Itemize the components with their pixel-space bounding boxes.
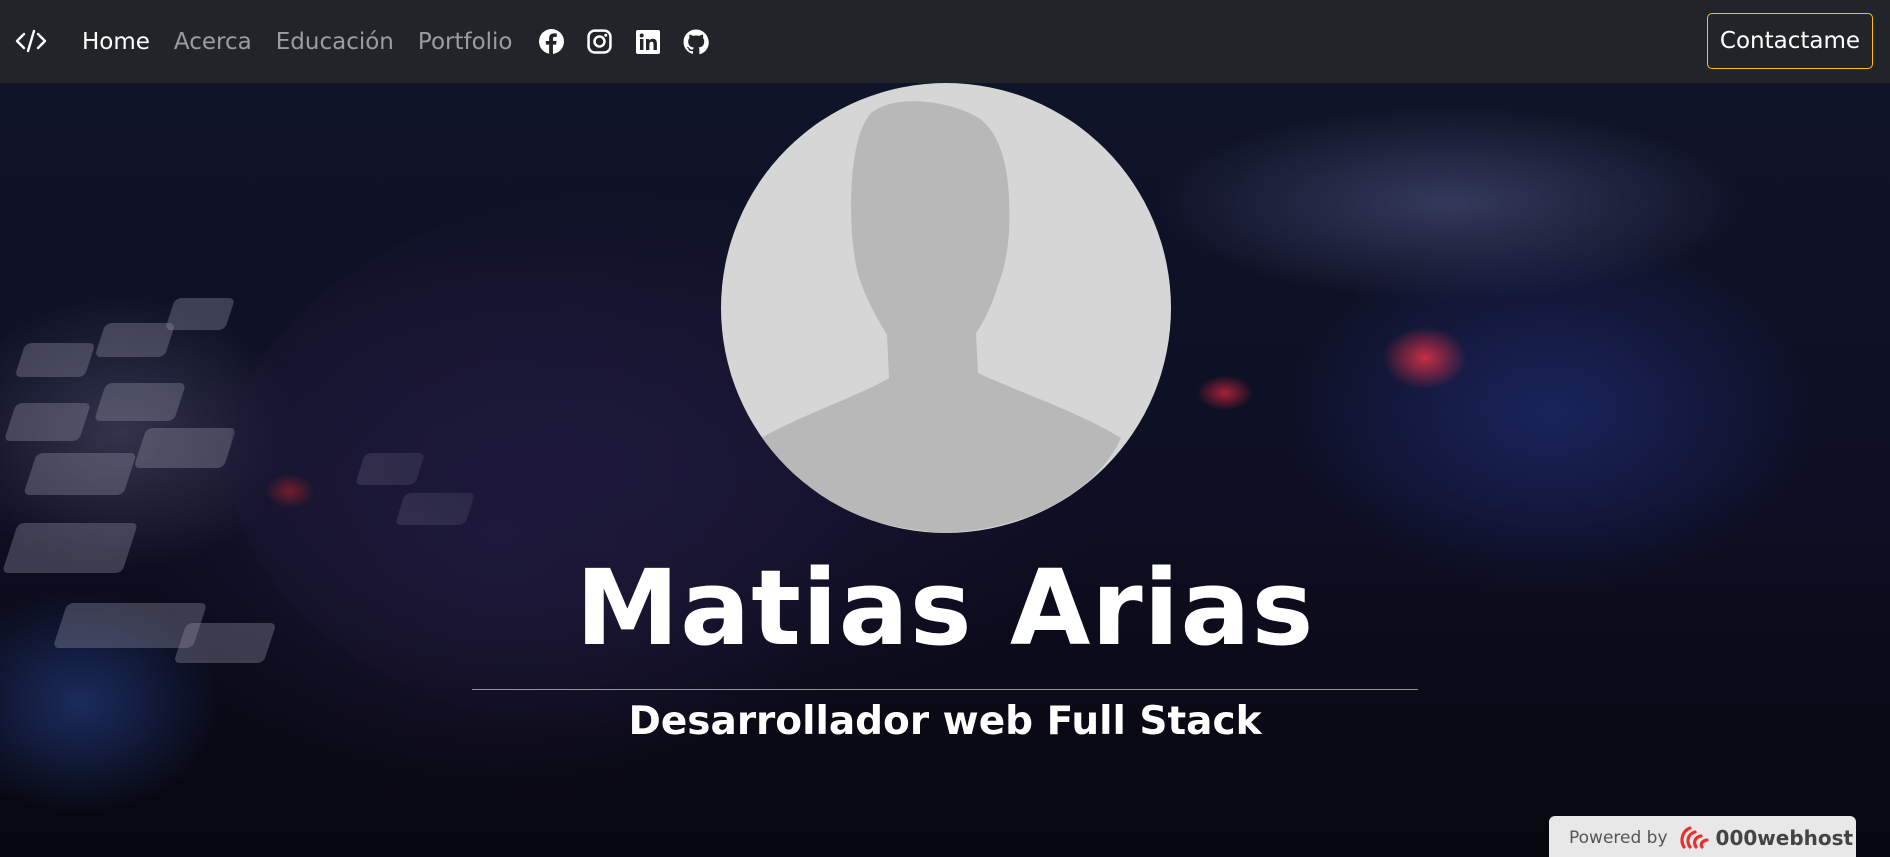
powered-by-label: Powered by [1569, 827, 1668, 848]
hero-subtitle: Desarrollador web Full Stack [628, 699, 1262, 744]
instagram-icon[interactable] [587, 29, 613, 55]
github-icon[interactable] [683, 29, 709, 55]
linkedin-icon[interactable] [635, 29, 661, 55]
powered-by-brand: 000webhost [1715, 825, 1854, 850]
code-icon[interactable] [14, 26, 48, 56]
hero-divider [472, 689, 1418, 690]
hero-section: Matias Arias Desarrollador web Full Stac… [0, 83, 1890, 857]
profile-placeholder-icon [721, 83, 1171, 533]
social-links [539, 29, 731, 55]
powered-by-badge[interactable]: Powered by 000webhost [1549, 816, 1856, 857]
webhost-logo-icon [1678, 823, 1712, 853]
hero-name: Matias Arias [575, 547, 1315, 669]
nav-link-acerca[interactable]: Acerca [174, 29, 252, 55]
nav-links: Home Acerca Educación Portfolio [82, 0, 731, 83]
nav-link-home[interactable]: Home [82, 29, 150, 55]
contact-button[interactable]: Contactame [1707, 13, 1873, 69]
facebook-icon[interactable] [539, 29, 565, 55]
navbar: Home Acerca Educación Portfolio Contacta… [0, 0, 1890, 83]
nav-link-portfolio[interactable]: Portfolio [418, 29, 513, 55]
nav-link-educacion[interactable]: Educación [276, 29, 394, 55]
